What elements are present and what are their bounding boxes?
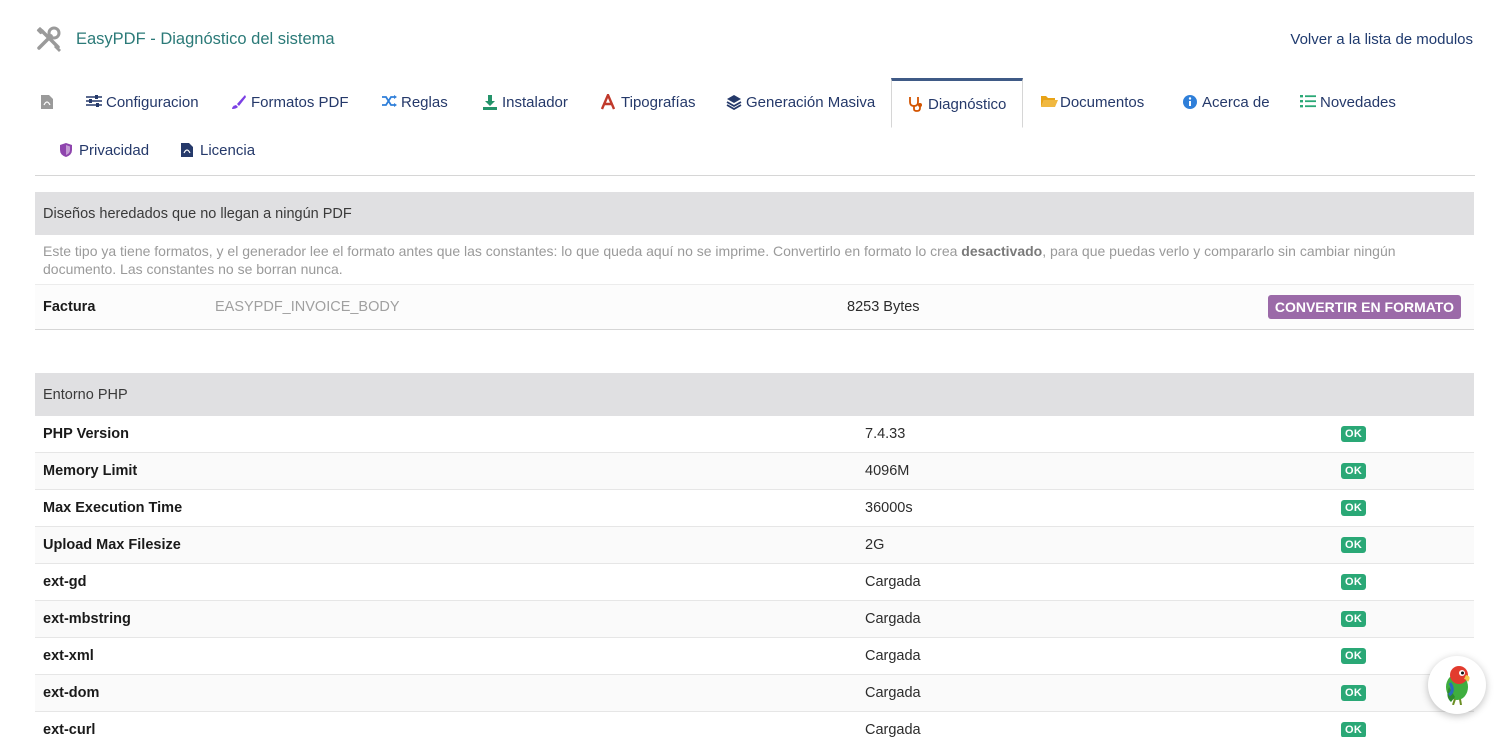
tab-label: Tipografías xyxy=(621,93,696,111)
php-setting-row: Max Execution Time 36000s OK xyxy=(35,490,1474,527)
php-setting-row: ext-xml Cargada OK xyxy=(35,638,1474,675)
php-setting-row: Upload Max Filesize 2G OK xyxy=(35,527,1474,564)
sliders-icon xyxy=(86,94,104,110)
setting-name: Max Execution Time xyxy=(43,500,183,516)
setting-name: ext-dom xyxy=(43,685,100,701)
tab-label: Acerca de xyxy=(1202,93,1270,111)
status-badge: OK xyxy=(1341,537,1367,553)
back-to-modules-link[interactable]: Volver a la lista de modulos xyxy=(1290,31,1473,48)
convert-to-format-button[interactable]: CONVERTIR EN FORMATO xyxy=(1267,295,1461,319)
status-badge: OK xyxy=(1341,611,1367,627)
php-setting-row: Memory Limit 4096M OK xyxy=(35,453,1474,490)
setting-name: ext-curl xyxy=(43,722,96,737)
setting-name: PHP Version xyxy=(43,426,129,442)
download-icon xyxy=(482,94,500,110)
stethoscope-icon xyxy=(908,96,926,112)
design-size: 8253 Bytes xyxy=(847,299,920,315)
tab-tipografias[interactable]: Tipografías xyxy=(600,78,696,126)
tab-pdf[interactable] xyxy=(40,78,60,126)
setting-value: Cargada xyxy=(865,611,921,627)
setting-name: Memory Limit xyxy=(43,463,138,479)
folder-open-icon xyxy=(1040,94,1058,110)
status-badge: OK xyxy=(1341,722,1367,737)
tab-label: Formatos PDF xyxy=(251,93,349,111)
tab-reglas[interactable]: Reglas xyxy=(381,78,448,126)
status-badge: OK xyxy=(1341,574,1367,590)
shuffle-icon xyxy=(381,94,399,110)
tab-acerca-de[interactable]: Acerca de xyxy=(1182,78,1270,126)
status-badge: OK xyxy=(1341,648,1367,664)
php-setting-row: ext-curl Cargada OK xyxy=(35,712,1474,737)
php-setting-row: ext-dom Cargada OK xyxy=(35,675,1474,712)
tab-formatos-pdf[interactable]: Formatos PDF xyxy=(231,78,349,126)
parrot-icon xyxy=(1435,661,1479,709)
tools-icon xyxy=(35,26,63,54)
setting-value: 7.4.33 xyxy=(865,426,906,442)
tab-documentos[interactable]: Documentos xyxy=(1040,78,1144,126)
shield-icon xyxy=(59,142,77,158)
status-badge: OK xyxy=(1341,463,1367,479)
tab-label: Documentos xyxy=(1060,93,1145,111)
design-name: Factura xyxy=(43,299,96,315)
setting-value: Cargada xyxy=(865,685,921,701)
php-setting-row: ext-mbstring Cargada OK xyxy=(35,601,1474,638)
tab-configuracion[interactable]: Configuracion xyxy=(86,78,199,126)
tab-label: Diagnóstico xyxy=(928,95,1007,113)
page-title: EasyPDF - Diagnóstico del sistema xyxy=(76,30,335,48)
setting-value: Cargada xyxy=(865,722,921,737)
setting-value: 36000s xyxy=(865,500,913,516)
design-constant: EASYPDF_INVOICE_BODY xyxy=(215,299,400,315)
setting-name: ext-gd xyxy=(43,574,87,590)
panel-description: Este tipo ya tiene formatos, y el genera… xyxy=(35,235,1474,284)
php-rows: PHP Version 7.4.33 OK Memory Limit 4096M OK Ma… xyxy=(35,416,1474,737)
setting-value: Cargada xyxy=(865,574,921,590)
layers-icon xyxy=(726,94,744,111)
tab-generacion-masiva[interactable]: Generación Masiva xyxy=(726,78,875,126)
tab-privacidad[interactable]: Privacidad xyxy=(59,126,149,174)
tab-novedades[interactable]: Novedades xyxy=(1300,78,1396,126)
status-badge: OK xyxy=(1341,500,1367,516)
status-badge: OK xyxy=(1341,426,1367,442)
panel-title: Diseños heredados que no llegan a ningún… xyxy=(35,192,1474,235)
tab-diagnostico[interactable]: Diagnóstico xyxy=(891,78,1024,128)
assistant-button[interactable] xyxy=(1428,656,1486,714)
setting-value: 2G xyxy=(865,537,885,553)
status-badge: OK xyxy=(1341,685,1367,701)
description-bold: desactivado xyxy=(961,243,1043,259)
legacy-design-row: Factura EASYPDF_INVOICE_BODY 8253 Bytes … xyxy=(35,284,1474,330)
setting-value: Cargada xyxy=(865,648,921,664)
pdf-file-icon xyxy=(40,94,58,110)
php-environment-panel: Entorno PHP PHP Version 7.4.33 OK Memory Li… xyxy=(35,373,1474,737)
setting-value: 4096M xyxy=(865,463,910,479)
setting-name: ext-xml xyxy=(43,648,94,664)
font-icon xyxy=(600,91,619,110)
tab-licencia[interactable]: Licencia xyxy=(180,126,255,174)
tab-bar: Configuracion Formatos PDF Reglas Instal… xyxy=(35,78,1475,176)
tab-label: Novedades xyxy=(1320,93,1396,111)
panel-title: Entorno PHP xyxy=(35,373,1474,416)
description-text: Este tipo ya tiene formatos, y el genera… xyxy=(43,243,962,259)
tab-label: Instalador xyxy=(502,93,568,111)
list-icon xyxy=(1300,94,1318,110)
php-setting-row: PHP Version 7.4.33 OK xyxy=(35,416,1474,453)
brush-icon xyxy=(231,94,249,110)
file-icon xyxy=(180,142,198,158)
setting-name: Upload Max Filesize xyxy=(43,537,181,553)
tab-label: Privacidad xyxy=(79,141,150,159)
php-setting-row: ext-gd Cargada OK xyxy=(35,564,1474,601)
tab-label: Reglas xyxy=(401,93,448,111)
tab-label: Generación Masiva xyxy=(746,93,876,111)
setting-name: ext-mbstring xyxy=(43,611,131,627)
tab-instalador[interactable]: Instalador xyxy=(482,78,568,126)
tab-label: Configuracion xyxy=(106,93,199,111)
info-circle-icon xyxy=(1182,94,1200,110)
legacy-designs-panel: Diseños heredados que no llegan a ningún… xyxy=(35,192,1474,330)
page-header: EasyPDF - Diagnóstico del sistema Volver… xyxy=(35,24,1475,56)
tab-label: Licencia xyxy=(200,141,256,159)
